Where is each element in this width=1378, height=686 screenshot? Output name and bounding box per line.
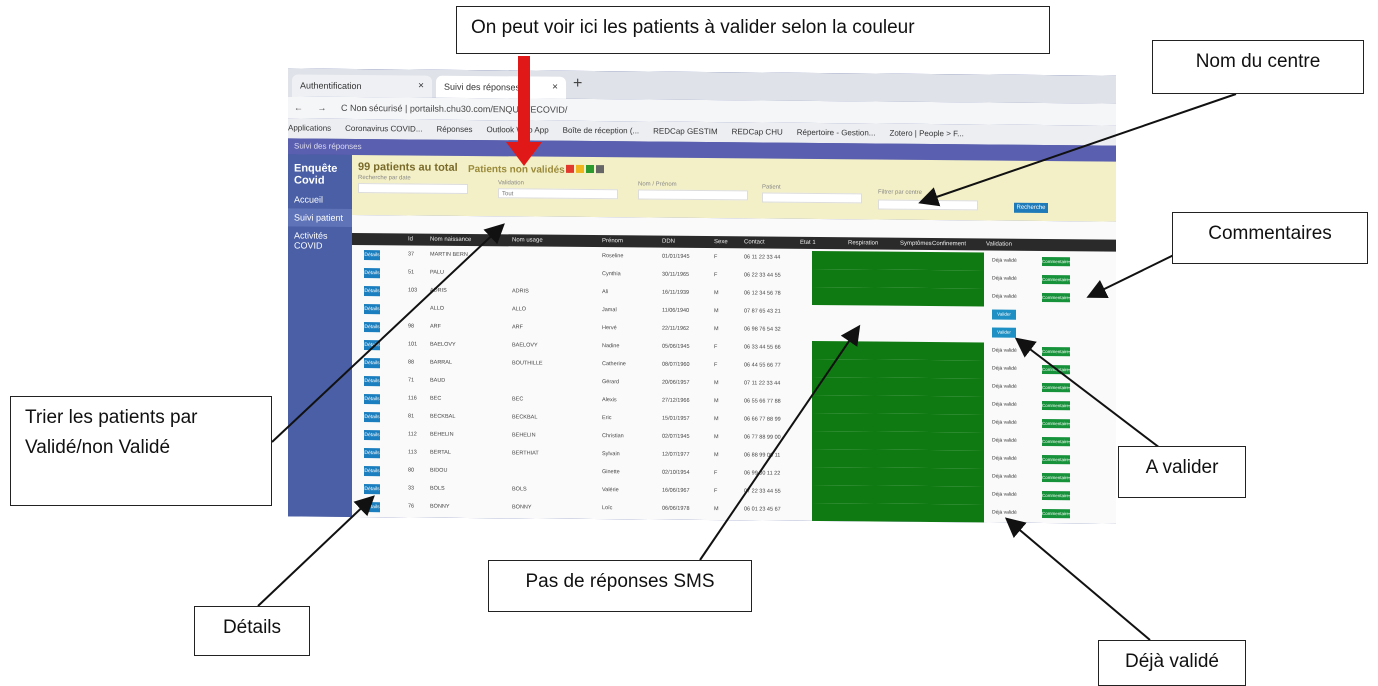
red-arrow-head xyxy=(506,142,542,166)
callout-trier: Trier les patients par Validé/non Validé xyxy=(10,396,272,506)
callout-deja-valide: Déjà validé xyxy=(1098,640,1246,686)
callout-nom-centre: Nom du centre xyxy=(1152,40,1364,94)
arrow-a-valider xyxy=(1014,337,1161,449)
arrow-nom-centre xyxy=(918,93,1237,207)
callout-commentaires: Commentaires xyxy=(1172,212,1368,264)
arrow-deja-valide xyxy=(1004,517,1151,641)
callout-details: Détails xyxy=(194,606,310,656)
callout-trier-line2: Validé/non Validé xyxy=(25,437,171,458)
callout-patients-couleur: On peut voir ici les patients à valider … xyxy=(456,6,1050,54)
arrow-pas-sms xyxy=(699,324,861,561)
callout-pas-sms: Pas de réponses SMS xyxy=(488,560,752,612)
arrow-trier xyxy=(271,223,505,443)
callout-trier-line1: Trier les patients par xyxy=(25,407,198,428)
arrow-commentaires xyxy=(1086,249,1185,298)
arrow-details xyxy=(257,495,375,607)
callout-a-valider: A valider xyxy=(1118,446,1246,498)
red-arrow-shaft xyxy=(518,56,530,144)
